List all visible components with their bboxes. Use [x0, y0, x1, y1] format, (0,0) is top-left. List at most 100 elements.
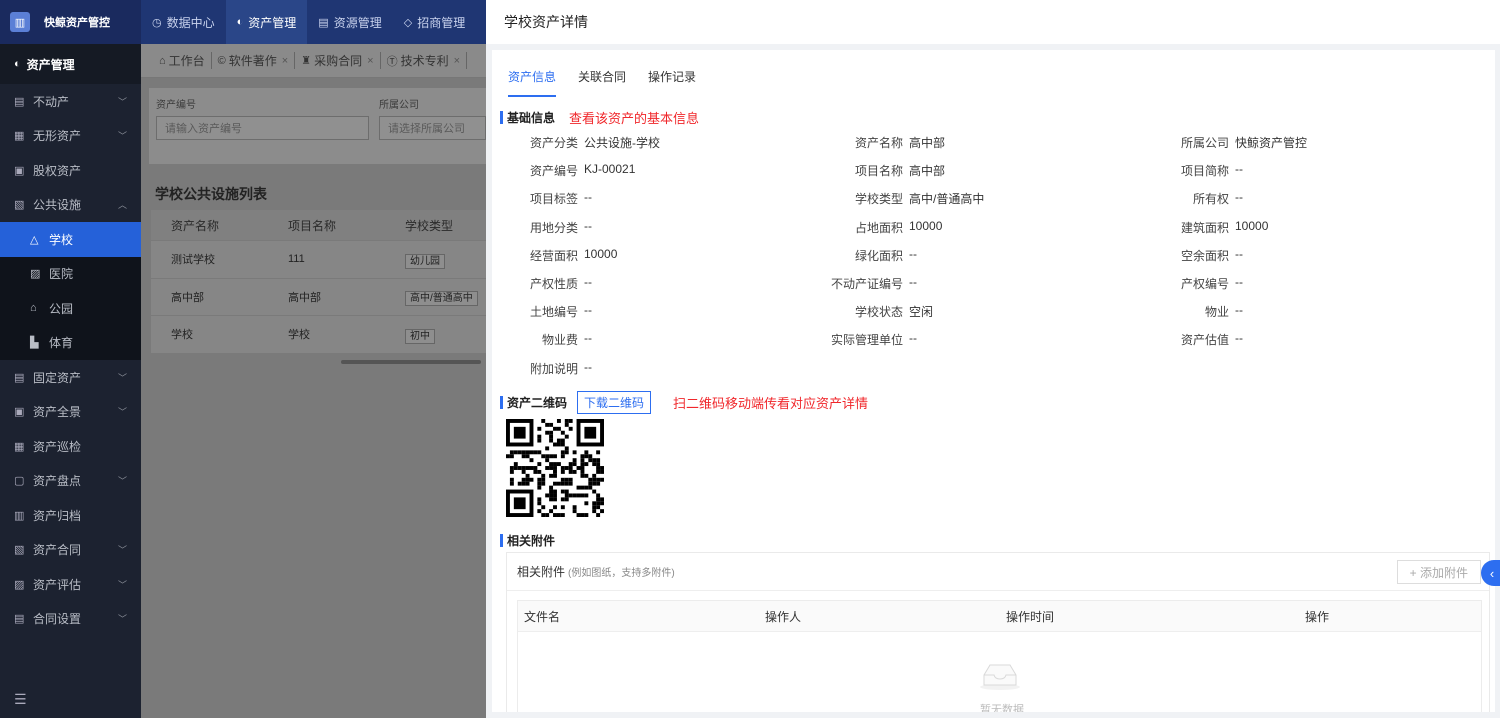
field-value: 公共设施-学校 [584, 136, 660, 150]
resource-icon: ▤ [318, 16, 329, 29]
close-icon[interactable]: × [454, 55, 460, 67]
invest-icon: ◇ [403, 16, 413, 29]
table-row[interactable]: 测试学校 111 幼儿园 [151, 241, 486, 279]
topnav-label: 数据中心 [166, 15, 215, 30]
inspect-icon: ▦ [14, 440, 25, 453]
sidebar-item-archive[interactable]: ▥ 资产归档 [0, 498, 141, 533]
asset-no-input[interactable]: 请输入资产编号 [156, 116, 369, 140]
page-tab[interactable]: ♜ 采购合同 × [295, 52, 381, 69]
topnav-resource[interactable]: ▤ 资源管理 [307, 0, 392, 44]
background-content: 资产编号 请输入资产编号 所属公司 请选择所属公司 学校公共设施列表 资产名称 项… [141, 78, 486, 718]
cell-text: 高中部 [288, 291, 321, 304]
sidebar-item-inventory[interactable]: ▢ 资产盘点 ﹀ [0, 464, 141, 499]
empty-text: 暂无数据 [980, 704, 1024, 712]
sidebar-item-facility[interactable]: ▧ 公共设施 ︿ [0, 188, 141, 223]
add-attachment-button[interactable]: + 添加附件 [1396, 560, 1481, 584]
sidebar-subitem-hospital[interactable]: ▨ 医院 [0, 256, 141, 291]
chevron-icon: ﹀ [117, 476, 127, 487]
table-row[interactable]: 高中部 高中部 高中/普通高中 [151, 279, 486, 316]
sidebar-subitem-label: 公园 [49, 301, 74, 316]
qr-hint: 扫二维码移动端传看对应资产详情 [673, 396, 869, 411]
school-type-tag: 高中/普通高中 [405, 291, 478, 307]
drawer-title: 学校资产详情 [486, 0, 1500, 44]
facility-icon: ▧ [14, 199, 25, 212]
attach-column-header: 操作 [1305, 609, 1330, 624]
table-header: 资产名称 项目名称 学校类型 [151, 210, 486, 241]
qr-section: 资产二维码 下载二维码 扫二维码移动端传看对应资产详情 [500, 391, 868, 414]
field-item: 物业费 -- [492, 331, 592, 348]
chevron-icon: ﹀ [117, 545, 127, 556]
list-title: 学校公共设施列表 [155, 186, 267, 202]
asset-table: 资产名称 项目名称 学校类型 测试学校 111 幼儿园 高中部 高中部 高中/普通高中 学校 学校 初… [151, 210, 486, 354]
topnav-dashboard[interactable]: ◷ 数据中心 [141, 0, 226, 44]
field-label: 用地分类 [529, 220, 578, 235]
field-label: 不动产证编号 [830, 277, 903, 291]
page-tab[interactable]: ⌂ 工作台 [153, 52, 212, 69]
field-item: 资产名称 高中部 [783, 134, 945, 151]
sidebar-item-contract[interactable]: ▧ 资产合同 ﹀ [0, 533, 141, 568]
table-scrollbar[interactable] [341, 360, 481, 364]
archive-icon: ▥ [14, 509, 25, 522]
sidebar-item-fixed-asset[interactable]: ▤ 固定资产 ﹀ [0, 360, 141, 395]
field-item: 所有权 -- [1139, 190, 1243, 207]
close-icon[interactable]: × [282, 55, 288, 67]
sidebar-item-doc[interactable]: ▦ 无形资产 ﹀ [0, 119, 141, 154]
sidebar-item-equity[interactable]: ▣ 股权资产 [0, 153, 141, 188]
tab-operation-log[interactable]: 操作记录 [648, 68, 696, 97]
chevron-icon: ﹀ [117, 579, 127, 590]
sidebar-item-label: 资产盘点 [33, 474, 82, 489]
sidebar-item-inspect[interactable]: ▦ 资产巡检 [0, 429, 141, 464]
tab-label: 工作台 [168, 54, 205, 68]
sidebar-item-contract-settings[interactable]: ▤ 合同设置 ﹀ [0, 602, 141, 637]
sidebar-item-label: 资产评估 [33, 577, 82, 592]
sidebar-item-label: 无形资产 [33, 129, 82, 144]
field-item: 用地分类 -- [492, 219, 592, 236]
page-tab[interactable]: © 软件著作 × [212, 52, 296, 69]
sidebar-item-evaluate[interactable]: ▨ 资产评估 ﹀ [0, 567, 141, 602]
chevron-icon: ﹀ [117, 614, 127, 625]
evaluate-icon: ▨ [14, 578, 25, 591]
attachment-sub: (例如图纸，支持多附件) [568, 568, 675, 579]
topnav-invest[interactable]: ◇ 招商管理 [393, 0, 476, 44]
sidebar-subitem-sports[interactable]: ▙ 体育 [0, 325, 141, 360]
sidebar-subitem-label: 学校 [49, 232, 74, 247]
tab-related-contract[interactable]: 关联合同 [578, 68, 626, 97]
field-value: 高中/普通高中 [909, 192, 985, 207]
field-value: -- [1235, 303, 1243, 318]
field-value: 高中部 [909, 164, 946, 179]
tab-asset-info[interactable]: 资产信息 [508, 68, 557, 97]
collapse-menu-icon[interactable]: ☰ [14, 691, 27, 708]
sidebar-subitem-label: 体育 [49, 336, 74, 351]
sidebar-item-building[interactable]: ▤ 不动产 ﹀ [0, 84, 141, 119]
attachment-label: 相关附件 [517, 565, 566, 579]
field-value: 10000 [1235, 218, 1269, 233]
close-icon[interactable]: × [367, 55, 373, 67]
tab-label: 技术专利 [400, 54, 449, 68]
download-qr-button[interactable]: 下载二维码 [577, 391, 652, 414]
page-tab[interactable]: Ⓣ 技术专利 × [381, 52, 468, 69]
field-item: 建筑面积 10000 [1139, 219, 1268, 236]
tab-label: 采购合同 [314, 54, 363, 68]
sidebar-subitem-park[interactable]: ⌂ 公园 [0, 291, 141, 326]
table-cell: 初中 [385, 327, 485, 344]
dashboard-icon: ◷ [152, 16, 162, 29]
basic-info-hint: 查看该资产的基本信息 [569, 111, 700, 126]
drawer-collapse-button[interactable]: ‹ [1481, 560, 1500, 586]
topnav-asset[interactable]: ◐ 资产管理 [225, 0, 308, 44]
company-select[interactable]: 请选择所属公司 [379, 116, 486, 140]
table-cell: 111 [268, 253, 385, 265]
app-logo[interactable]: ▥ 快鲸资产管控 [0, 0, 141, 44]
chevron-icon: ﹀ [117, 372, 127, 383]
cell-text: 测试学校 [171, 254, 215, 267]
table-row[interactable]: 学校 学校 初中 [151, 316, 486, 354]
sidebar-header: ◐ 资产管理 [0, 44, 141, 84]
tab-label: 软件著作 [228, 54, 277, 68]
field-label: 所有权 [1192, 192, 1229, 207]
field-value: -- [909, 331, 917, 346]
page-tab-strip: ⌂ 工作台 © 软件著作 × ♜ 采购合同 × Ⓣ 技术专利 × [141, 44, 486, 78]
tab-icon: ⌂ [159, 54, 166, 67]
sidebar-item-panorama[interactable]: ▣ 资产全景 ﹀ [0, 395, 141, 430]
sidebar-subitem-school[interactable]: △ 学校 [0, 222, 141, 257]
field-value: 空闲 [909, 305, 934, 320]
field-value: -- [584, 190, 592, 205]
